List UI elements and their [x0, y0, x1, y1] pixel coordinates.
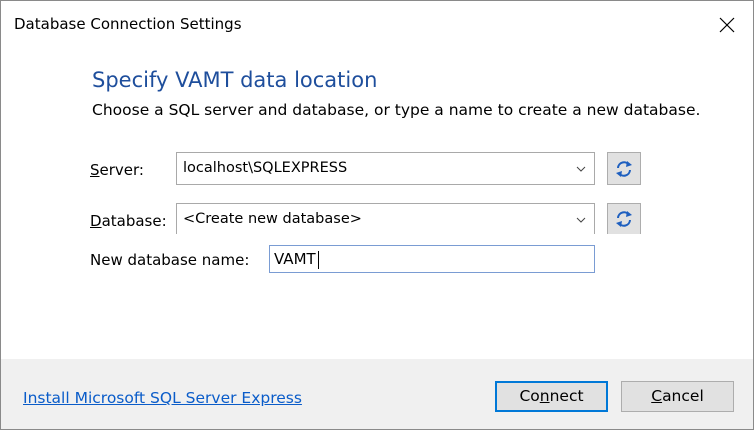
install-sql-express-link[interactable]: Install Microsoft SQL Server Express: [23, 389, 302, 407]
database-label: Database:: [90, 212, 167, 230]
cancel-label-rest: ancel: [662, 387, 704, 405]
server-combobox[interactable]: localhost\SQLEXPRESS: [176, 152, 595, 185]
cancel-button[interactable]: Cancel: [621, 381, 734, 412]
dialog-footer: Install Microsoft SQL Server Express Con…: [1, 359, 753, 429]
text-caret: [318, 251, 319, 269]
server-label-rest: erver:: [99, 161, 144, 179]
server-value: localhost\SQLEXPRESS: [183, 160, 348, 176]
server-label-mnemonic: S: [90, 161, 100, 179]
connect-button[interactable]: Connect: [495, 381, 608, 412]
database-label-mnemonic: D: [90, 212, 102, 230]
close-icon: [719, 17, 735, 33]
new-database-name-label: New database name:: [90, 251, 250, 269]
connect-label-start: Co: [519, 387, 540, 405]
window-title: Database Connection Settings: [14, 15, 242, 33]
connect-label-mnemonic: n: [539, 387, 550, 405]
connect-label-end: nect: [549, 387, 584, 405]
database-label-rest: atabase:: [101, 212, 167, 230]
cancel-label-mnemonic: C: [651, 387, 663, 405]
chevron-down-icon: [576, 166, 586, 172]
new-database-name-field-box: [269, 245, 595, 273]
server-label: Server:: [90, 161, 144, 179]
database-refresh-button[interactable]: [607, 203, 641, 234]
chevron-down-icon: [576, 217, 586, 223]
refresh-icon: [616, 211, 632, 227]
page-subheading: Choose a SQL server and database, or typ…: [92, 101, 701, 119]
server-refresh-button[interactable]: [607, 152, 641, 185]
refresh-icon: [616, 160, 632, 177]
title-bar: Database Connection Settings: [1, 1, 753, 49]
close-button[interactable]: [701, 1, 753, 49]
database-connection-dialog: Database Connection Settings Specify VAM…: [0, 0, 754, 430]
database-combobox[interactable]: <Create new database>: [176, 203, 595, 234]
page-heading: Specify VAMT data location: [92, 68, 378, 92]
database-value: <Create new database>: [183, 211, 362, 227]
